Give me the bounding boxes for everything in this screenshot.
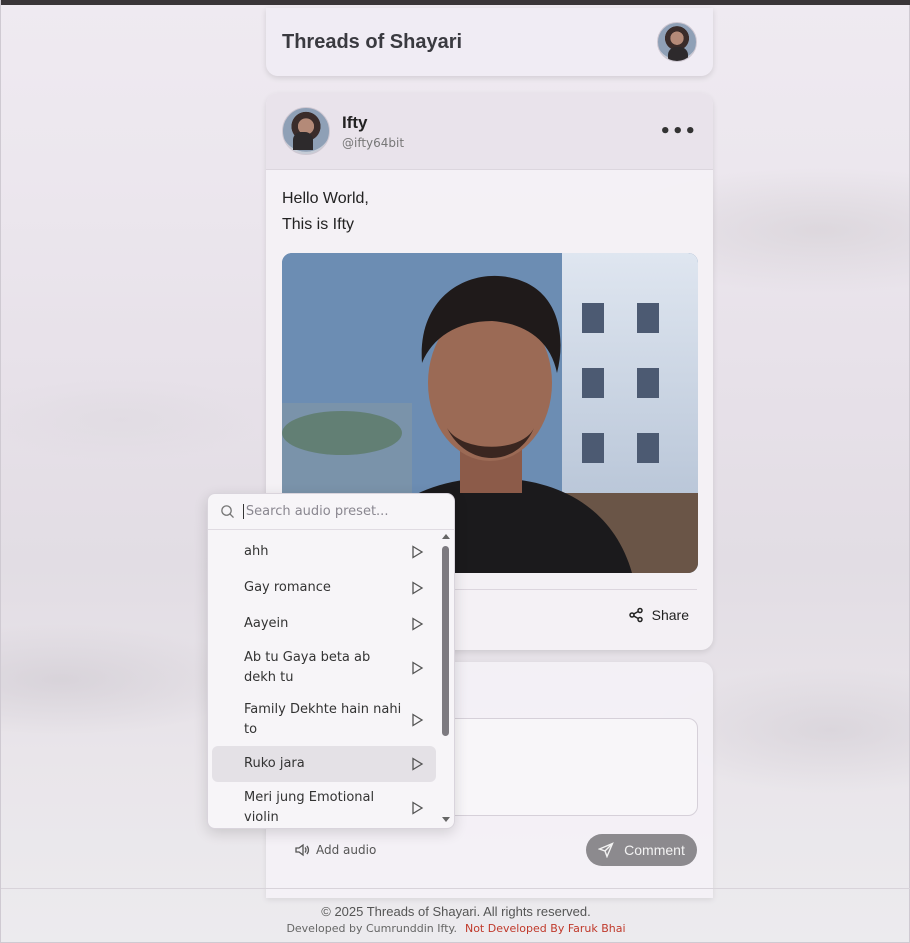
play-icon[interactable] <box>410 661 424 675</box>
play-icon[interactable] <box>410 545 424 559</box>
play-icon[interactable] <box>410 581 424 595</box>
dropdown-scrollbar[interactable] <box>441 534 451 822</box>
audio-search-bar <box>208 494 454 530</box>
share-icon <box>628 607 643 623</box>
scroll-down-arrow-icon[interactable] <box>442 817 450 822</box>
audio-preset-label: ahh <box>244 544 269 559</box>
audio-preset-item-highlighted[interactable]: Ruko jara <box>212 746 436 782</box>
play-icon[interactable] <box>410 801 424 815</box>
audio-preset-item[interactable]: Family Dekhte hain nahi to <box>212 694 436 746</box>
site-header: Threads of Shayari <box>266 8 713 76</box>
share-button[interactable]: Share <box>628 607 689 623</box>
post-text-line: Hello World, <box>282 190 369 207</box>
audio-preset-item[interactable]: Gay romance <box>212 570 436 606</box>
send-icon <box>598 842 614 858</box>
post-text: Hello World, This is Ifty <box>266 170 713 238</box>
play-icon[interactable] <box>410 713 424 727</box>
more-options-button[interactable]: ••• <box>659 121 697 142</box>
footer: © 2025 Threads of Shayari. All rights re… <box>1 904 910 935</box>
author-avatar[interactable] <box>282 107 330 155</box>
audio-preset-item[interactable]: Meri jung Emotional violin <box>212 782 436 828</box>
audio-preset-label: Ruko jara <box>244 756 305 771</box>
audio-preset-label: Gay romance <box>244 580 331 595</box>
audio-preset-label: Ab tu Gaya beta ab dekh tu <box>244 650 371 685</box>
author-name[interactable]: Ifty <box>342 113 404 133</box>
search-icon <box>221 505 234 519</box>
footer-credits: Developed by Cumrunddin Ifty. Not Develop… <box>1 922 910 935</box>
footer-developed-by: Developed by Cumrunddin Ifty. <box>286 922 457 935</box>
top-bar <box>1 0 910 5</box>
audio-preset-item[interactable]: ahh <box>212 534 436 570</box>
audio-preset-dropdown: ahh Gay romance Aayein Ab tu Gaya beta a… <box>207 493 455 829</box>
author-info: Ifty @ifty64bit <box>342 113 404 150</box>
post-header: Ifty @ifty64bit ••• <box>266 93 713 170</box>
speaker-icon <box>295 843 310 857</box>
share-label: Share <box>651 607 689 623</box>
add-audio-label: Add audio <box>316 843 377 857</box>
scroll-up-arrow-icon[interactable] <box>442 534 450 539</box>
audio-preset-label: Family Dekhte hain nahi to <box>244 702 402 737</box>
comment-submit-button[interactable]: Comment <box>586 834 697 866</box>
user-avatar[interactable] <box>657 22 697 62</box>
audio-search-input[interactable] <box>242 504 442 519</box>
author-handle: @ifty64bit <box>342 135 405 150</box>
comment-submit-label: Comment <box>624 842 685 858</box>
more-icon: ••• <box>659 120 697 142</box>
add-audio-button[interactable]: Add audio <box>294 842 376 858</box>
footer-copyright: © 2025 Threads of Shayari. All rights re… <box>321 904 591 919</box>
audio-preset-item[interactable]: Aayein <box>212 606 436 642</box>
audio-preset-label: Meri jung Emotional violin <box>244 790 375 825</box>
scrollbar-thumb[interactable] <box>442 546 449 736</box>
footer-divider <box>1 888 910 889</box>
audio-preset-label: Aayein <box>244 616 289 631</box>
audio-preset-item[interactable]: Ab tu Gaya beta ab dekh tu <box>212 642 436 694</box>
play-icon[interactable] <box>410 757 424 771</box>
audio-preset-list: ahh Gay romance Aayein Ab tu Gaya beta a… <box>212 534 436 828</box>
post-text-line: This is Ifty <box>282 216 355 233</box>
site-title: Threads of Shayari <box>282 30 463 53</box>
play-icon[interactable] <box>410 617 424 631</box>
footer-not-developed-by: Not Developed By Faruk Bhai <box>464 922 626 935</box>
